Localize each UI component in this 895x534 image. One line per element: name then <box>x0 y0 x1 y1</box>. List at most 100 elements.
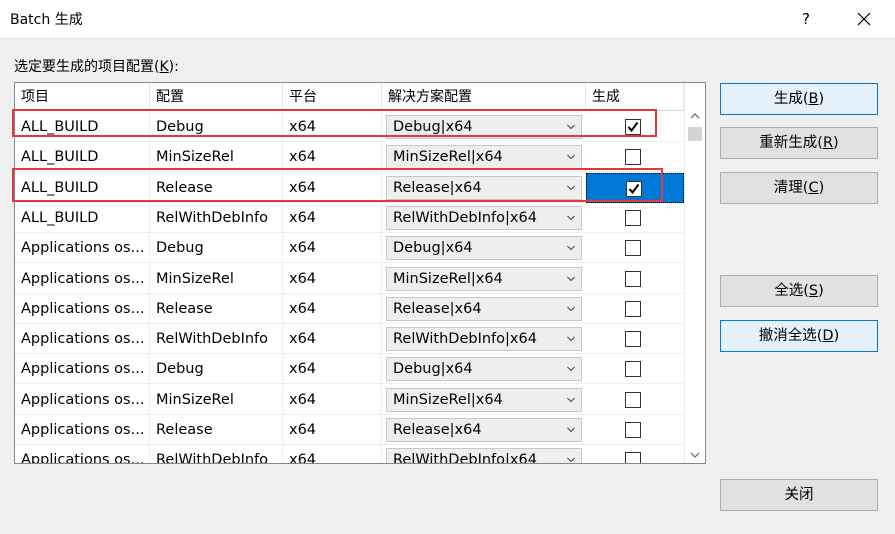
chevron-down-icon <box>567 276 575 281</box>
cell-project: ALL_BUILD <box>15 202 150 233</box>
cell-platform: x64 <box>283 233 382 264</box>
solution-config-dropdown[interactable]: RelWithDebInfo|x64 <box>386 327 582 352</box>
table-row[interactable]: Applications os... Release x64 Release|x64 <box>15 415 684 445</box>
build-checkbox-cell[interactable] <box>586 294 684 324</box>
project-config-grid[interactable]: 项目 配置 平台 解决方案配置 生成 ALL_BUILD Debug x64 Debu… <box>14 82 706 464</box>
solution-config-value: RelWithDebInfo|x64 <box>393 452 537 464</box>
build-button[interactable]: 生成(B) <box>720 83 878 115</box>
scroll-down-arrow-icon[interactable] <box>685 447 705 463</box>
solution-config-dropdown[interactable]: MinSizeRel|x64 <box>386 266 582 291</box>
cell-config: MinSizeRel <box>150 142 283 173</box>
chevron-down-icon <box>567 154 575 160</box>
build-checkbox-cell[interactable] <box>586 385 684 415</box>
build-checkbox[interactable] <box>625 149 641 166</box>
cell-config: RelWithDebInfo <box>150 324 283 355</box>
build-checkbox[interactable] <box>625 119 641 135</box>
table-row[interactable]: Applications os... RelWithDebInfo x64 RelWi… <box>15 324 684 355</box>
build-checkbox-cell[interactable] <box>586 415 684 445</box>
cell-project: Applications os... <box>15 293 150 324</box>
table-row[interactable]: Applications os... MinSizeRel x64 MinSizeRe… <box>15 263 684 294</box>
grid-header: 项目 配置 平台 解决方案配置 生成 <box>15 83 684 111</box>
table-row[interactable]: ALL_BUILD Release x64 Release|x64 <box>15 172 684 203</box>
table-row[interactable]: Applications os... Release x64 Release|x64 <box>15 293 684 324</box>
cell-config: RelWithDebInfo <box>150 445 283 463</box>
help-button[interactable]: ? <box>790 4 822 34</box>
build-checkbox[interactable] <box>625 300 641 317</box>
table-row[interactable]: Applications os... Debug x64 Debug|x64 <box>15 233 684 264</box>
table-row[interactable]: ALL_BUILD RelWithDebInfo x64 RelWithDebInfo… <box>15 202 684 233</box>
solution-config-dropdown[interactable]: MinSizeRel|x64 <box>386 387 582 412</box>
build-checkbox-cell[interactable] <box>586 203 684 233</box>
column-header-build[interactable]: 生成 <box>586 83 684 111</box>
cell-platform: x64 <box>283 172 382 203</box>
build-checkbox-cell[interactable] <box>586 324 684 354</box>
solution-config-dropdown[interactable]: RelWithDebInfo|x64 <box>386 448 582 464</box>
chevron-down-icon <box>567 124 575 130</box>
table-row[interactable]: ALL_BUILD Debug x64 Debug|x64 <box>15 112 684 142</box>
build-checkbox-cell[interactable] <box>586 233 684 263</box>
table-row[interactable]: Applications os... MinSizeRel x64 MinSizeRe… <box>15 384 684 415</box>
solution-config-value: RelWithDebInfo|x64 <box>393 331 537 348</box>
chevron-down-icon <box>567 457 575 463</box>
solution-config-dropdown[interactable]: MinSizeRel|x64 <box>386 145 582 170</box>
chevron-down-icon <box>567 336 575 342</box>
build-checkbox[interactable] <box>625 331 641 348</box>
build-checkbox-cell[interactable] <box>586 142 684 172</box>
table-row[interactable]: ALL_BUILD MinSizeRel x64 MinSizeRel|x64 <box>15 142 684 173</box>
solution-config-dropdown[interactable]: Debug|x64 <box>386 357 582 382</box>
build-checkbox[interactable] <box>626 180 642 197</box>
column-header-platform[interactable]: 平台 <box>283 83 382 111</box>
close-window-button[interactable] <box>848 4 880 34</box>
column-header-project[interactable]: 项目 <box>15 83 150 111</box>
cell-config: Debug <box>150 354 283 385</box>
solution-config-dropdown[interactable]: Debug|x64 <box>386 236 582 261</box>
solution-config-dropdown[interactable]: Release|x64 <box>386 296 582 321</box>
chevron-down-icon <box>567 397 575 402</box>
solution-config-dropdown[interactable]: Release|x64 <box>386 418 582 442</box>
rebuild-button[interactable]: 重新生成(R) <box>720 127 878 159</box>
build-checkbox-cell[interactable] <box>586 354 684 384</box>
build-checkbox[interactable] <box>625 209 641 226</box>
chevron-down-icon <box>567 185 575 190</box>
build-checkbox-cell[interactable] <box>586 112 684 142</box>
scroll-up-arrow-icon[interactable] <box>685 108 705 124</box>
build-checkbox[interactable] <box>625 391 641 408</box>
cell-config: MinSizeRel <box>150 263 283 294</box>
cell-project: Applications os... <box>15 263 150 294</box>
cell-project: ALL_BUILD <box>15 142 150 173</box>
table-row[interactable]: Applications os... RelWithDebInfo x64 RelWi… <box>15 445 684 464</box>
build-checkbox-cell[interactable] <box>586 264 684 294</box>
clean-button[interactable]: 清理(C) <box>720 172 878 204</box>
solution-config-dropdown[interactable]: RelWithDebInfo|x64 <box>386 205 582 230</box>
build-checkbox-cell[interactable] <box>586 445 684 463</box>
cell-platform: x64 <box>283 263 382 294</box>
chevron-down-icon <box>567 367 575 372</box>
vertical-scrollbar[interactable] <box>684 83 705 463</box>
close-button[interactable]: 关闭 <box>720 479 878 511</box>
select-all-button[interactable]: 全选(S) <box>720 275 878 307</box>
column-header-config[interactable]: 配置 <box>150 83 283 111</box>
table-row[interactable]: Applications os... Debug x64 Debug|x64 <box>15 354 684 385</box>
build-checkbox[interactable] <box>625 422 641 438</box>
scroll-thumb[interactable] <box>688 127 702 141</box>
cell-config: Release <box>150 415 283 445</box>
deselect-all-button[interactable]: 撤消全选(D) <box>720 320 878 352</box>
cell-project: ALL_BUILD <box>15 172 150 203</box>
chevron-down-icon <box>567 245 575 251</box>
build-checkbox[interactable] <box>625 270 641 287</box>
cell-project: Applications os... <box>15 354 150 385</box>
cell-platform: x64 <box>283 354 382 385</box>
checkmark-icon <box>628 183 640 194</box>
build-checkbox[interactable] <box>625 452 641 463</box>
solution-config-dropdown[interactable]: Debug|x64 <box>386 115 582 139</box>
build-checkbox[interactable] <box>625 240 641 257</box>
cell-project: Applications os... <box>15 324 150 355</box>
grid-prompt-label: 选定要生成的项目配置(K): <box>14 59 179 75</box>
cell-project: ALL_BUILD <box>15 112 150 142</box>
build-checkbox-cell[interactable] <box>586 172 684 203</box>
build-checkbox[interactable] <box>625 361 641 378</box>
cell-platform: x64 <box>283 202 382 233</box>
cell-config: Release <box>150 172 283 203</box>
column-header-solution-config[interactable]: 解决方案配置 <box>382 83 586 111</box>
solution-config-dropdown[interactable]: Release|x64 <box>386 175 582 200</box>
